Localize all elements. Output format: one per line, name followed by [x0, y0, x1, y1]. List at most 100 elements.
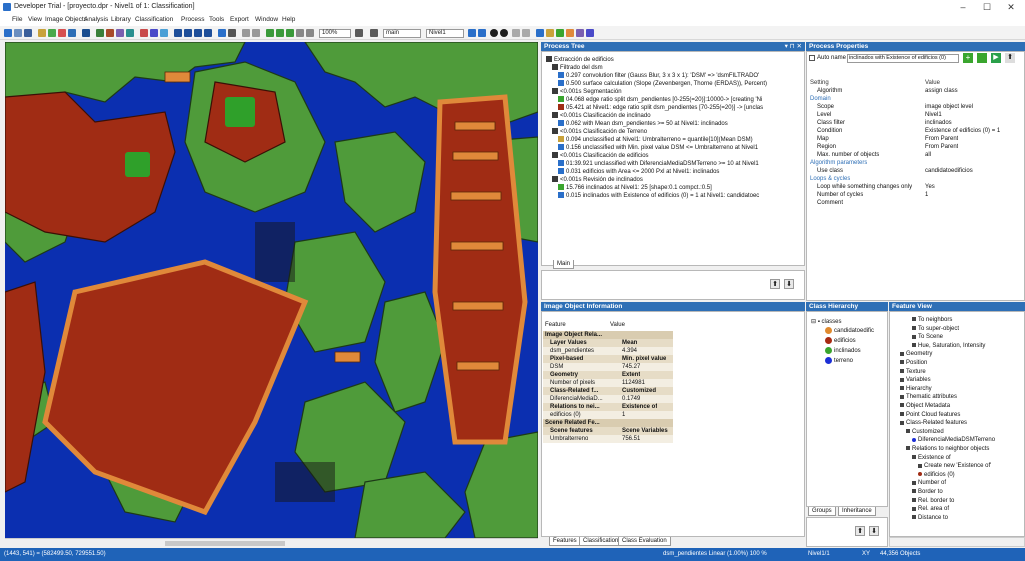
open-project-icon[interactable] — [14, 29, 22, 37]
layer-icon[interactable] — [48, 29, 56, 37]
property-value[interactable]: From Parent — [925, 143, 958, 151]
edit-process-icon[interactable] — [977, 53, 987, 63]
process-tree-item[interactable]: 0.297 convolution filter (Gauss Blur, 3 … — [558, 72, 800, 80]
process-tree-item[interactable]: 05.421 at Nivel1: edge ratio split dsm_p… — [558, 104, 800, 112]
menu-export[interactable]: Export — [230, 16, 249, 23]
class-hierarchy[interactable]: ⊟ ▪ classes candidatoedific edificios incl… — [806, 311, 888, 507]
class-move-down-icon[interactable]: ⬇ — [869, 526, 879, 536]
feature-view-item[interactable]: DiferenciaMediaDSMTerreno — [912, 436, 1022, 444]
zoom-step-icon[interactable] — [296, 29, 304, 37]
level-down-icon[interactable] — [468, 29, 476, 37]
feature-view-item[interactable]: To super-object — [912, 325, 1022, 333]
feature-view-item[interactable]: Object Metadata — [900, 402, 1022, 410]
feature-view-item[interactable]: Variables — [900, 376, 1022, 384]
scrollbar-thumb[interactable] — [165, 541, 285, 546]
zoom-fit-icon[interactable] — [286, 29, 294, 37]
feature-view-item[interactable]: Position — [900, 359, 1022, 367]
menu-analysis[interactable]: Analysis — [84, 16, 108, 23]
process-tree-item[interactable]: 15.766 inclinados at Nivel1: 25 [shape:0… — [558, 184, 800, 192]
feature-view-item[interactable]: To Scene — [912, 333, 1022, 341]
minimize-button[interactable]: – — [952, 1, 974, 13]
menu-classification[interactable]: Classification — [135, 16, 173, 23]
feature-view-item[interactable]: Relations to neighbor objects — [906, 445, 1022, 453]
class-item[interactable]: terreno — [825, 357, 887, 365]
pixel-view-icon[interactable] — [116, 29, 124, 37]
map-icon[interactable] — [370, 29, 378, 37]
redo-icon[interactable] — [522, 29, 530, 37]
class-item[interactable]: edificios — [825, 337, 887, 345]
cursor-icon[interactable] — [82, 29, 90, 37]
undo-icon[interactable] — [512, 29, 520, 37]
feature-view-item[interactable]: edificios (0) — [918, 471, 1022, 479]
feature-view[interactable]: To neighbors To super-object To Scene Hue, … — [889, 311, 1025, 537]
mixed-view-icon[interactable] — [68, 29, 76, 37]
feature-view-item[interactable]: Rel. border to — [912, 497, 1022, 505]
process-tree-item[interactable]: <0.001s Clasificación de inclinado — [552, 112, 800, 120]
object-mean-icon[interactable] — [106, 29, 114, 37]
open-image-icon[interactable] — [38, 29, 46, 37]
process-tree-item[interactable]: 0.062 with Mean dsm_pendientes >= 50 at … — [558, 120, 800, 128]
class-item[interactable]: inclinados — [825, 347, 887, 355]
level-select[interactable]: Nivel1 — [426, 29, 464, 38]
auto-name-checkbox[interactable] — [809, 55, 815, 61]
process-tree[interactable]: Extracción de edificios Filtrado del dsm 0… — [541, 51, 805, 266]
menu-file[interactable]: File — [12, 16, 22, 23]
feature-view-icon[interactable] — [556, 29, 564, 37]
property-value[interactable]: Nivel1 — [925, 111, 942, 119]
feature-view-item[interactable]: Thematic attributes — [900, 393, 1022, 401]
process-tree-icon[interactable] — [536, 29, 544, 37]
process-tree-item[interactable]: 0.156 unclassified with Min. pixel value… — [558, 144, 800, 152]
zoom-select[interactable]: 100% — [319, 29, 351, 38]
view-settings-icon[interactable] — [58, 29, 66, 37]
pan-icon[interactable] — [218, 29, 226, 37]
process-tree-item[interactable]: <0.001s Clasificación de edificios — [552, 152, 800, 160]
menu-tools[interactable]: Tools — [209, 16, 224, 23]
image-object-info-icon[interactable] — [566, 29, 574, 37]
horizontal-scrollbar[interactable] — [5, 538, 538, 547]
class-root[interactable]: ⊟ ▪ classes — [811, 318, 842, 326]
process-tree-item[interactable]: 0.500 surface calculation (Slope (Zevenb… — [558, 80, 800, 88]
tab-inheritance[interactable]: Inheritance — [838, 507, 876, 516]
settings-icon[interactable] — [586, 29, 594, 37]
tab-features[interactable]: Features — [549, 537, 581, 546]
feature-view-item[interactable]: Texture — [900, 368, 1022, 376]
move-up-icon[interactable]: ⬆ — [770, 279, 780, 289]
show-outline-icon[interactable] — [490, 29, 498, 37]
menu-process[interactable]: Process — [181, 16, 204, 23]
tab-groups[interactable]: Groups — [808, 507, 836, 516]
property-value[interactable]: Existence of edificios (0) = 1 — [925, 127, 1000, 135]
property-value[interactable]: From Parent — [925, 135, 958, 143]
classified-map[interactable] — [5, 42, 538, 538]
tab-class-evaluation[interactable]: Class Evaluation — [618, 537, 671, 546]
menu-image-objects[interactable]: Image Objects — [45, 16, 87, 23]
outline-icon[interactable] — [126, 29, 134, 37]
tab-main[interactable]: Main — [553, 260, 575, 269]
process-tree-item[interactable]: <0.001s Segmentación — [552, 88, 800, 96]
property-value[interactable]: image object level — [925, 103, 973, 111]
single-layer-icon[interactable] — [140, 29, 148, 37]
panel-close-icon[interactable]: ▾ ⊓ ✕ — [785, 42, 802, 50]
edit-layer-icon[interactable] — [160, 29, 168, 37]
feature-view-item[interactable]: Class-Related features — [900, 419, 1022, 427]
classification-view-icon[interactable] — [96, 29, 104, 37]
process-edit-area[interactable]: ⬆ ⬇ — [541, 270, 805, 300]
tab-classification[interactable]: Classification — [579, 537, 623, 546]
feature-view-item[interactable]: Hierarchy — [900, 385, 1022, 393]
property-value[interactable]: Yes — [925, 183, 935, 191]
zoom-in-icon[interactable] — [242, 29, 250, 37]
feature-view-item[interactable]: Existence of — [912, 454, 1022, 462]
class-edit-area[interactable]: ⬆ ⬇ — [806, 517, 888, 547]
menu-view[interactable]: View — [28, 16, 42, 23]
class-hierarchy-icon[interactable] — [546, 29, 554, 37]
zoom-step-out-icon[interactable] — [306, 29, 314, 37]
property-value[interactable]: all — [925, 151, 931, 159]
class-item[interactable]: candidatoedific — [825, 327, 887, 335]
add-process-icon[interactable]: + — [963, 53, 973, 63]
feature-view-item[interactable]: To neighbors — [912, 316, 1022, 324]
map-select[interactable]: main — [383, 29, 421, 38]
new-project-icon[interactable] — [4, 29, 12, 37]
process-tree-item[interactable]: Extracción de edificios — [546, 56, 800, 64]
auto-name-input[interactable]: inclinados with Existence of edificios (… — [847, 54, 959, 63]
feature-view-item[interactable]: Point Cloud features — [900, 411, 1022, 419]
feature-view-item[interactable]: Geometry — [900, 350, 1022, 358]
